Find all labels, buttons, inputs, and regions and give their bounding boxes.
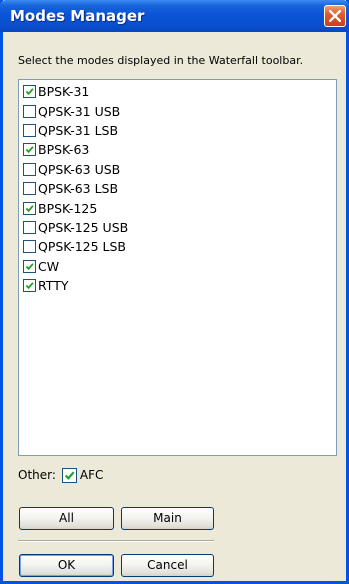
mode-item[interactable]: CW bbox=[19, 257, 336, 276]
mode-item[interactable]: BPSK-125 bbox=[19, 198, 336, 217]
afc-label: AFC bbox=[79, 468, 104, 482]
mode-label: BPSK-31 bbox=[38, 84, 90, 100]
mode-checkbox[interactable] bbox=[23, 240, 36, 254]
mode-label: QPSK-125 USB bbox=[38, 219, 129, 235]
checkmark-icon bbox=[64, 470, 75, 480]
mode-checkbox[interactable] bbox=[23, 201, 36, 215]
mode-item[interactable]: QPSK-31 LSB bbox=[19, 121, 336, 140]
separator bbox=[18, 540, 214, 542]
mode-item[interactable]: BPSK-31 bbox=[19, 82, 336, 101]
mode-checkbox[interactable] bbox=[23, 162, 36, 176]
mode-item[interactable]: QPSK-125 USB bbox=[19, 218, 336, 237]
afc-checkbox[interactable]: AFC bbox=[61, 467, 104, 483]
mode-item[interactable]: QPSK-63 USB bbox=[19, 160, 336, 179]
mode-item[interactable]: RTTY bbox=[19, 276, 336, 295]
checkmark-icon bbox=[25, 88, 34, 96]
mode-label: BPSK-63 bbox=[38, 142, 90, 158]
cancel-button[interactable]: Cancel bbox=[121, 554, 214, 577]
mode-label: QPSK-63 USB bbox=[38, 161, 121, 177]
window-title: Modes Manager bbox=[10, 7, 145, 25]
mode-checkbox[interactable] bbox=[23, 259, 36, 273]
mode-label: QPSK-31 LSB bbox=[38, 122, 119, 138]
other-options: Other: AFC bbox=[18, 466, 103, 484]
mode-item[interactable]: QPSK-31 USB bbox=[19, 101, 336, 120]
mode-checkbox[interactable] bbox=[23, 220, 36, 234]
mode-checkbox[interactable] bbox=[23, 123, 36, 137]
modes-manager-dialog: Modes Manager Select the modes displayed… bbox=[0, 0, 349, 584]
all-button[interactable]: All bbox=[19, 507, 114, 530]
instruction-text: Select the modes displayed in the Waterf… bbox=[18, 54, 304, 67]
mode-label: RTTY bbox=[38, 278, 69, 294]
checkmark-icon bbox=[25, 146, 34, 154]
close-button[interactable] bbox=[324, 5, 346, 27]
modes-list[interactable]: BPSK-31 QPSK-31 USB QPSK-31 LSB BPSK-63 QPSK… bbox=[18, 79, 337, 456]
title-bar[interactable]: Modes Manager bbox=[0, 0, 349, 32]
mode-checkbox[interactable] bbox=[23, 104, 36, 118]
mode-label: QPSK-31 USB bbox=[38, 103, 121, 119]
mode-checkbox[interactable] bbox=[23, 279, 36, 293]
mode-item[interactable]: QPSK-125 LSB bbox=[19, 237, 336, 256]
mode-checkbox[interactable] bbox=[23, 85, 36, 99]
mode-item[interactable]: BPSK-63 bbox=[19, 140, 336, 159]
checkmark-icon bbox=[25, 262, 34, 270]
mode-item[interactable]: QPSK-63 LSB bbox=[19, 179, 336, 198]
ok-button[interactable]: OK bbox=[19, 554, 114, 577]
afc-checkbox-box[interactable] bbox=[61, 467, 77, 483]
checkmark-icon bbox=[25, 282, 34, 290]
main-button[interactable]: Main bbox=[121, 507, 214, 530]
mode-label: CW bbox=[38, 258, 60, 274]
mode-label: QPSK-125 LSB bbox=[38, 239, 127, 255]
mode-checkbox[interactable] bbox=[23, 143, 36, 157]
mode-checkbox[interactable] bbox=[23, 182, 36, 196]
mode-label: QPSK-63 LSB bbox=[38, 181, 119, 197]
other-label: Other: bbox=[18, 468, 56, 482]
checkmark-icon bbox=[25, 204, 34, 212]
mode-label: BPSK-125 bbox=[38, 200, 98, 216]
close-x-icon bbox=[329, 10, 341, 22]
